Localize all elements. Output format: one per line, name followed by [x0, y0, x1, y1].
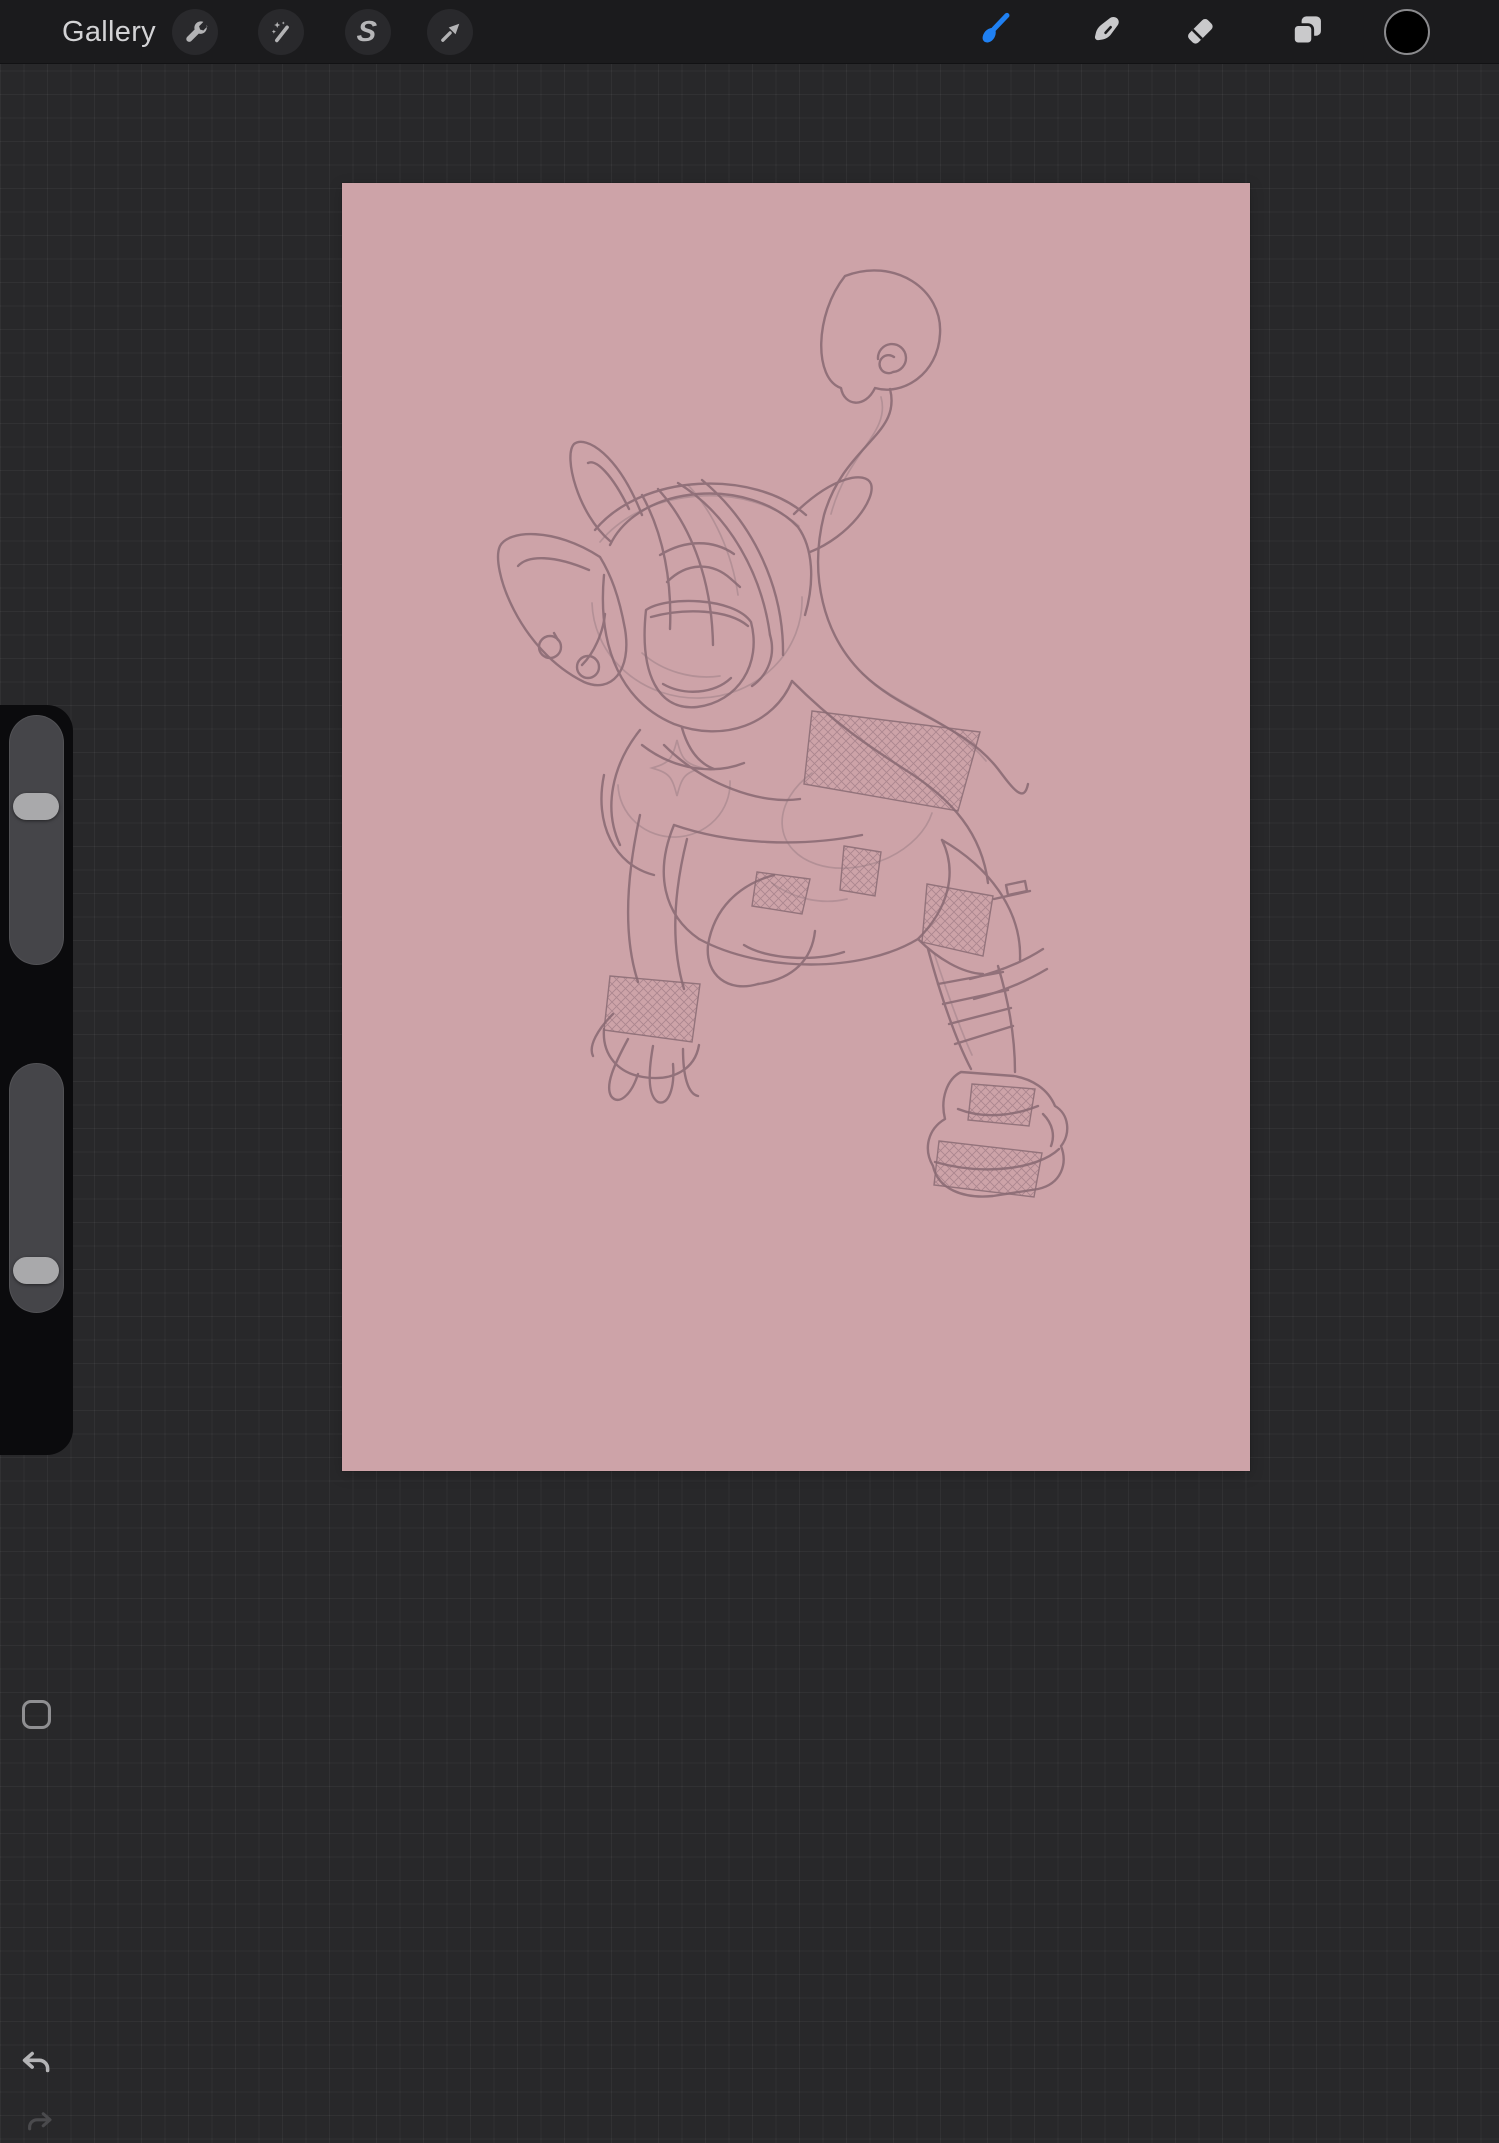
top-toolbar: Gallery S [0, 0, 1499, 64]
smudge-finger-icon [1086, 11, 1124, 54]
adjustments-button[interactable] [258, 9, 304, 55]
selection-button[interactable]: S [345, 9, 391, 55]
erase-tool-button[interactable] [1181, 14, 1219, 52]
layers-button[interactable] [1288, 13, 1326, 51]
procreate-workspace: { "topbar": { "background": "#1b1b1d", "… [0, 0, 1499, 2131]
gallery-button[interactable]: Gallery [62, 0, 156, 64]
smudge-tool-button[interactable] [1086, 13, 1124, 51]
drawing-canvas[interactable] [342, 183, 1250, 1471]
wrench-icon [182, 19, 209, 46]
side-toolbar [0, 705, 73, 2131]
eraser-icon [1181, 12, 1219, 55]
undo-button[interactable] [20, 2047, 54, 2081]
brush-size-slider[interactable] [9, 715, 64, 965]
s-ribbon-icon: S [355, 15, 378, 48]
paintbrush-icon [974, 11, 1012, 54]
opacity-handle[interactable] [13, 1257, 59, 1284]
move-arrow-icon [437, 19, 464, 46]
redo-arrow-icon [24, 2112, 54, 2142]
layers-icon [1288, 11, 1326, 54]
actions-button[interactable] [172, 9, 218, 55]
transform-button[interactable] [427, 9, 473, 55]
paint-tool-button[interactable] [974, 11, 1012, 54]
brush-size-handle[interactable] [13, 793, 59, 821]
undo-arrow-icon [20, 2051, 54, 2085]
active-color-swatch[interactable] [1384, 9, 1430, 55]
redo-button[interactable] [20, 2108, 54, 2142]
magic-wand-icon [268, 19, 295, 46]
character-sketch [496, 269, 1069, 1198]
modify-button[interactable] [22, 1700, 51, 1729]
